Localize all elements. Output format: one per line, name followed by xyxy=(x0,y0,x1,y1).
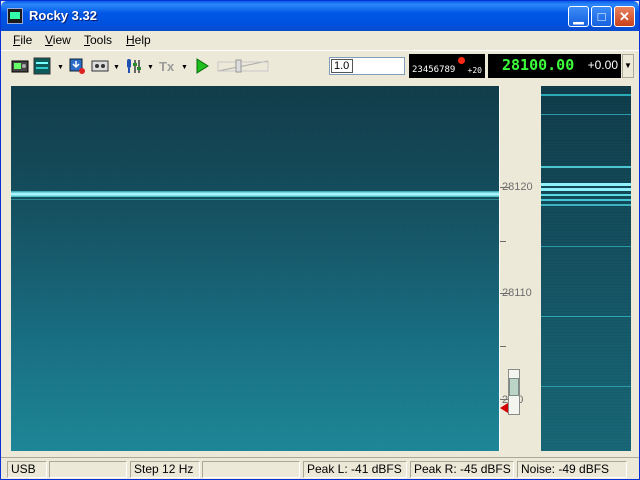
status-peak-right: Peak R: -45 dBFS xyxy=(410,461,514,478)
status-empty-2 xyxy=(202,461,300,478)
status-mode[interactable]: USB xyxy=(7,461,47,478)
strip-band xyxy=(541,246,631,247)
step-input[interactable]: 1.0 xyxy=(329,57,405,75)
microphone-mixer-icon[interactable] xyxy=(124,57,142,75)
frequency-dropdown-icon[interactable]: ▼ xyxy=(622,54,634,78)
record-icon[interactable] xyxy=(68,57,86,75)
spectrum-history-strip[interactable] xyxy=(541,86,631,451)
status-noise: Noise: -49 dBFS xyxy=(517,461,627,478)
menu-help[interactable]: Help xyxy=(126,33,151,47)
waterfall-dropdown-icon[interactable]: ▼ xyxy=(57,64,64,71)
cassette-dropdown-icon[interactable]: ▼ xyxy=(113,64,120,71)
rx-indicator-icon xyxy=(458,57,465,64)
frequency-value[interactable]: 28100.00 xyxy=(502,56,574,74)
title-bar[interactable]: Rocky 3.32 ▁ □ ✕ xyxy=(1,1,639,31)
close-icon: ✕ xyxy=(619,9,630,24)
strip-band xyxy=(541,188,631,191)
rit-offset[interactable]: +0.00 xyxy=(588,58,618,72)
menu-tools-label: ools xyxy=(90,33,113,47)
scale-label-28120: 28120 xyxy=(502,181,533,193)
status-peak-left: Peak L: -41 dBFS xyxy=(303,461,407,478)
strip-band xyxy=(541,204,631,206)
play-icon[interactable] xyxy=(193,57,211,75)
transmit-dropdown-icon[interactable]: ▼ xyxy=(181,64,188,71)
menu-view-label: iew xyxy=(52,33,71,47)
cassette-icon[interactable] xyxy=(91,57,109,75)
status-bar: USB Step 12 Hz Peak L: -41 dBFS Peak R: … xyxy=(1,457,639,479)
menu-help-accel: H xyxy=(126,33,135,47)
strip-band xyxy=(541,316,631,317)
maximize-button[interactable]: □ xyxy=(591,6,612,27)
status-empty-1 xyxy=(49,461,127,478)
mixer-dropdown-icon[interactable]: ▼ xyxy=(147,64,154,71)
band-offset: +20 xyxy=(467,66,482,75)
waterfall-noise xyxy=(11,86,499,451)
strip-band xyxy=(541,166,631,168)
frequency-display[interactable]: 28100.00 +0.00 xyxy=(488,54,621,78)
menu-bar: File View Tools Help xyxy=(1,31,639,50)
scale-tick xyxy=(500,346,506,347)
tuning-marker-icon[interactable] xyxy=(500,403,508,413)
menu-file[interactable]: File xyxy=(13,33,32,47)
window-title: Rocky 3.32 xyxy=(29,8,97,23)
menu-view-accel: V xyxy=(45,33,53,47)
menu-help-label: elp xyxy=(134,33,151,47)
menu-file-label: ile xyxy=(20,33,33,47)
svg-text:Tx: Tx xyxy=(159,59,175,74)
menu-view[interactable]: View xyxy=(45,33,71,47)
minimize-button[interactable]: ▁ xyxy=(568,6,589,27)
scale-label-28110: 28110 xyxy=(502,287,532,299)
waterfall-signal-trace xyxy=(11,191,499,197)
transmit-icon[interactable]: Tx xyxy=(158,57,176,75)
strip-band xyxy=(541,94,631,96)
status-step[interactable]: Step 12 Hz xyxy=(130,461,200,478)
scale-tick xyxy=(500,241,506,242)
menu-tools[interactable]: Tools xyxy=(84,33,112,47)
filter-slider-thumb[interactable] xyxy=(509,378,519,396)
strip-band xyxy=(541,194,631,196)
close-button[interactable]: ✕ xyxy=(614,6,635,27)
strip-band xyxy=(541,199,631,201)
toolbar: ▼ ▼ ▼ Tx ▼ 1.0 23456789 +20 28100.00 +0.… xyxy=(1,50,639,81)
minimize-icon: ▁ xyxy=(573,9,584,24)
strip-band xyxy=(541,386,631,387)
strip-noise xyxy=(541,86,631,451)
app-icon[interactable] xyxy=(7,8,23,24)
app-window: Rocky 3.32 ▁ □ ✕ File View Tools Help ▼ … xyxy=(0,0,640,480)
frequency-scale[interactable]: 28120 28110 2 00 xyxy=(499,86,533,451)
strip-band xyxy=(541,114,631,115)
waterfall-icon[interactable] xyxy=(33,57,51,75)
sound-card-icon[interactable] xyxy=(11,57,29,75)
band-digits: 23456789 xyxy=(412,65,456,75)
volume-slider-icon[interactable] xyxy=(216,59,270,73)
waterfall-signal-shadow xyxy=(11,199,499,200)
waterfall-display[interactable] xyxy=(11,86,499,451)
maximize-icon: □ xyxy=(597,9,606,24)
strip-band xyxy=(541,183,631,186)
step-value[interactable]: 1.0 xyxy=(331,59,353,73)
band-display: 23456789 +20 xyxy=(409,54,485,78)
